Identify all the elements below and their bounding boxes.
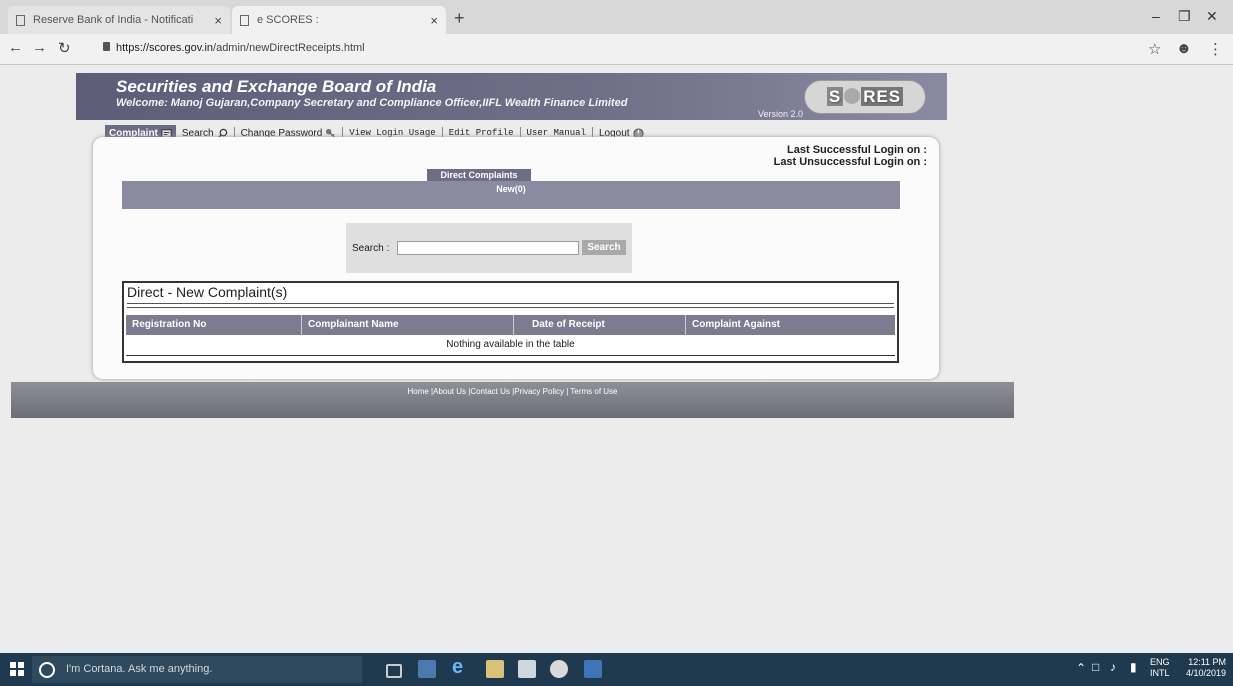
cortana-icon	[39, 662, 55, 678]
restore-icon[interactable]: ❐	[1178, 8, 1191, 25]
footer-bar: Home |About Us |Contact Us |Privacy Poli…	[11, 382, 1014, 418]
browser-tab-bar: Reserve Bank of India - Notificati × e S…	[0, 0, 1233, 34]
language-indicator[interactable]: ENG INTL	[1150, 657, 1170, 679]
lock-icon	[103, 42, 110, 51]
complaints-table-title: Direct - New Complaint(s)	[127, 284, 288, 300]
welcome-text: Welcome: Manoj Gujaran,Company Secretary…	[116, 97, 628, 109]
column-header[interactable]: Date of Receipt	[514, 315, 686, 335]
footer-links[interactable]: Home |About Us |Contact Us |Privacy Poli…	[11, 387, 1014, 396]
address-bar: ← → ↻ https://scores.gov.in/admin/newDir…	[0, 34, 1233, 65]
column-header[interactable]: Complaint Against	[686, 315, 895, 335]
menu-dots-icon[interactable]: ⋮	[1208, 40, 1223, 58]
search-label: Search :	[352, 243, 390, 254]
new-count: (0)	[514, 184, 526, 194]
tab-scores[interactable]: e SCORES : ×	[232, 6, 446, 34]
word-icon[interactable]	[584, 660, 602, 678]
tab-title: Reserve Bank of India - Notificati	[33, 14, 194, 26]
tab-rbi[interactable]: Reserve Bank of India - Notificati ×	[8, 6, 230, 34]
windows-start-icon[interactable]	[10, 662, 24, 676]
page-content: Securities and Exchange Board of India W…	[0, 65, 1233, 653]
close-tab-icon[interactable]: ×	[430, 13, 438, 28]
task-view-icon[interactable]	[386, 664, 402, 678]
notification-icon[interactable]: ▮	[1130, 661, 1137, 673]
bookmark-star-icon[interactable]: ☆	[1148, 40, 1161, 58]
tab-direct-complaints[interactable]: Direct Complaints	[427, 169, 531, 181]
document-icon	[240, 14, 249, 26]
close-tab-icon[interactable]: ×	[214, 13, 222, 28]
edge-icon[interactable]: e	[452, 657, 470, 677]
empty-table-message: Nothing available in the table	[126, 335, 895, 356]
outlook-icon[interactable]	[418, 660, 436, 678]
version-label: Version 2.0	[758, 109, 804, 119]
document-icon	[16, 14, 25, 26]
clock-date: 4/10/2019	[1186, 668, 1227, 678]
cortana-placeholder: I'm Cortana. Ask me anything.	[66, 663, 213, 675]
reload-icon[interactable]: ↻	[58, 39, 71, 57]
new-complaints-bar[interactable]: New(0)	[122, 181, 900, 209]
table-header-row: Registration No Complainant Name Date of…	[126, 315, 895, 335]
show-hidden-icons-icon[interactable]: ⌃	[1076, 662, 1086, 674]
complaints-table: Direct - New Complaint(s) Registration N…	[122, 281, 899, 363]
column-header[interactable]: Complainant Name	[302, 315, 514, 335]
clock[interactable]: 12:11 PM 4/10/2019	[1186, 657, 1226, 679]
network-icon[interactable]: □	[1092, 661, 1099, 673]
file-explorer-icon[interactable]	[486, 660, 504, 678]
last-successful-login: Last Successful Login on :	[787, 144, 927, 156]
search-input[interactable]	[397, 241, 579, 255]
search-button[interactable]: Search	[582, 240, 626, 255]
tab-title: e SCORES :	[257, 14, 319, 26]
forward-icon[interactable]: →	[32, 39, 47, 56]
clock-time: 12:11 PM	[1188, 657, 1227, 667]
content-panel: Last Successful Login on : Last Unsucces…	[93, 137, 939, 379]
close-window-icon[interactable]: ✕	[1206, 8, 1218, 25]
back-icon[interactable]: ←	[8, 39, 23, 56]
header-banner: Securities and Exchange Board of India W…	[76, 73, 947, 120]
search-panel: Search : Search	[346, 223, 632, 273]
url-path: /admin/newDirectReceipts.html	[213, 42, 365, 54]
site-title: Securities and Exchange Board of India	[116, 77, 437, 96]
new-label: New	[496, 184, 515, 194]
minimize-icon[interactable]: –	[1152, 8, 1160, 24]
column-header[interactable]: Registration No	[126, 315, 302, 335]
volume-icon[interactable]: ♪	[1110, 661, 1116, 673]
cortana-search-box[interactable]: I'm Cortana. Ask me anything.	[32, 656, 362, 683]
store-icon[interactable]	[518, 660, 536, 678]
new-tab-button[interactable]: +	[454, 8, 465, 29]
windows-taskbar: I'm Cortana. Ask me anything. e ⌃ □ ♪ ▮ …	[0, 653, 1233, 686]
url-field[interactable]: https://scores.gov.in/admin/newDirectRec…	[116, 42, 365, 54]
profile-icon[interactable]: ☻	[1176, 40, 1192, 57]
login-info: Last Successful Login on : Last Unsucces…	[774, 144, 927, 168]
chrome-icon[interactable]	[550, 660, 568, 678]
url-host: https://scores.gov.in	[116, 42, 214, 54]
scores-logo: S RES	[804, 80, 926, 114]
last-unsuccessful-login: Last Unsuccessful Login on :	[773, 156, 927, 168]
